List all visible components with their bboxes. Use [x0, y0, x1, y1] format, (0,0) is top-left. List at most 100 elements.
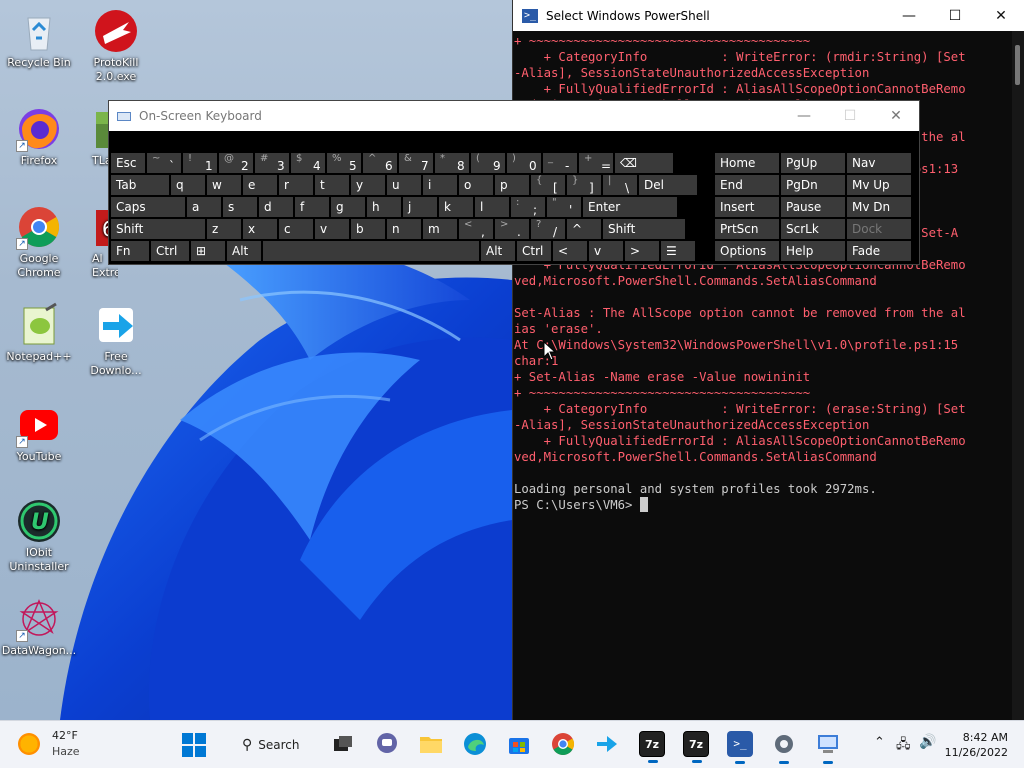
- powershell-taskbar-icon[interactable]: >_: [727, 731, 753, 764]
- osk-key[interactable]: r: [279, 175, 313, 195]
- osk-key[interactable]: Alt: [481, 241, 515, 261]
- osk-key[interactable]: e: [243, 175, 277, 195]
- osk-key[interactable]: ~ `: [147, 153, 181, 173]
- osk-key[interactable]: x: [243, 219, 277, 239]
- osk-key[interactable]: :;: [511, 197, 545, 217]
- osk-key[interactable]: Insert: [715, 197, 779, 217]
- maximize-button[interactable]: ☐: [932, 0, 978, 31]
- console-prompt[interactable]: PS C:\Users\VM6>: [514, 497, 1012, 513]
- osk-key[interactable]: Dock: [847, 219, 911, 239]
- volume-icon[interactable]: 🔊: [919, 734, 936, 750]
- osk-key[interactable]: >.: [495, 219, 529, 239]
- clock[interactable]: 8:42 AM 11/26/2022: [945, 730, 1008, 760]
- minimize-button[interactable]: —: [886, 0, 932, 31]
- osk-key[interactable]: [263, 241, 479, 261]
- osk-key[interactable]: g: [331, 197, 365, 217]
- osk-key[interactable]: Ctrl: [151, 241, 189, 261]
- close-button[interactable]: ✕: [978, 0, 1024, 31]
- osk-key[interactable]: $4: [291, 153, 325, 173]
- osk-key[interactable]: n: [387, 219, 421, 239]
- osk-key[interactable]: Tab: [111, 175, 169, 195]
- osk-key[interactable]: a: [187, 197, 221, 217]
- osk-key[interactable]: ⊞: [191, 241, 225, 261]
- osk-key[interactable]: & 7: [399, 153, 433, 173]
- osk-key[interactable]: <: [553, 241, 587, 261]
- osk-key[interactable]: ! 1: [183, 153, 217, 173]
- on-screen-keyboard-window[interactable]: On-Screen Keyboard — ☐ ✕ Esc ~ `! 1 @2 #3 $4% 5…: [108, 100, 920, 265]
- desktop-icon-firefox[interactable]: ↗ Firefox: [1, 106, 77, 168]
- osk-titlebar[interactable]: On-Screen Keyboard — ☐ ✕: [109, 101, 919, 131]
- osk-key[interactable]: m: [423, 219, 457, 239]
- osk-key[interactable]: | \: [603, 175, 637, 195]
- osk-key[interactable]: ^: [567, 219, 601, 239]
- network-app-icon[interactable]: [815, 731, 841, 764]
- osk-key[interactable]: _ -: [543, 153, 577, 173]
- osk-key[interactable]: ScrLk: [781, 219, 845, 239]
- osk-key[interactable]: Options: [715, 241, 779, 261]
- 7zip-icon[interactable]: 7z: [639, 731, 665, 763]
- osk-key[interactable]: PgDn: [781, 175, 845, 195]
- osk-key[interactable]: Fade: [847, 241, 911, 261]
- taskbar-search[interactable]: ⚲ Search: [230, 731, 318, 759]
- osk-key[interactable]: Pause: [781, 197, 845, 217]
- osk-key[interactable]: Mv Up: [847, 175, 911, 195]
- start-button[interactable]: [182, 733, 206, 757]
- settings-icon[interactable]: [771, 731, 797, 764]
- powershell-titlebar[interactable]: >_ Select Windows PowerShell — ☐ ✕: [513, 0, 1024, 31]
- osk-key[interactable]: h: [367, 197, 401, 217]
- osk-key[interactable]: End: [715, 175, 779, 195]
- osk-key[interactable]: Fn: [111, 241, 149, 261]
- desktop-icon-chrome[interactable]: ↗ Google Chrome: [1, 204, 77, 280]
- osk-key[interactable]: >: [625, 241, 659, 261]
- osk-key[interactable]: {[: [531, 175, 565, 195]
- osk-key[interactable]: ^ 6: [363, 153, 397, 173]
- osk-key[interactable]: ) 0: [507, 153, 541, 173]
- osk-key[interactable]: PrtScn: [715, 219, 779, 239]
- minimize-button[interactable]: —: [781, 101, 827, 131]
- close-button[interactable]: ✕: [873, 101, 919, 131]
- osk-key[interactable]: }]: [567, 175, 601, 195]
- osk-key[interactable]: " ': [547, 197, 581, 217]
- osk-key[interactable]: Mv Dn: [847, 197, 911, 217]
- osk-key[interactable]: d: [259, 197, 293, 217]
- osk-key[interactable]: (9: [471, 153, 505, 173]
- osk-key[interactable]: w: [207, 175, 241, 195]
- network-icon[interactable]: 🖧: [896, 735, 911, 757]
- osk-key[interactable]: + =: [579, 153, 613, 173]
- osk-key[interactable]: PgUp: [781, 153, 845, 173]
- osk-key[interactable]: % 5: [327, 153, 361, 173]
- osk-key[interactable]: ? /: [531, 219, 565, 239]
- free-download-taskbar-icon[interactable]: [594, 731, 620, 757]
- task-view-icon[interactable]: [330, 731, 356, 757]
- osk-key[interactable]: Enter: [583, 197, 677, 217]
- desktop-icon-protokill[interactable]: ProtoKill 2.0.exe: [78, 8, 154, 84]
- console-scrollbar[interactable]: [1012, 31, 1024, 720]
- osk-key[interactable]: b: [351, 219, 385, 239]
- osk-key[interactable]: Caps: [111, 197, 185, 217]
- store-icon[interactable]: [506, 731, 532, 757]
- osk-key[interactable]: k: [439, 197, 473, 217]
- osk-key[interactable]: i: [423, 175, 457, 195]
- desktop-icon-recycle-bin[interactable]: Recycle Bin: [1, 8, 77, 70]
- osk-key[interactable]: s: [223, 197, 257, 217]
- osk-key[interactable]: <,: [459, 219, 493, 239]
- osk-key[interactable]: ⌫: [615, 153, 673, 173]
- osk-key[interactable]: c: [279, 219, 313, 239]
- maximize-button[interactable]: ☐: [827, 101, 873, 131]
- teams-chat-icon[interactable]: [374, 731, 400, 757]
- osk-key[interactable]: q: [171, 175, 205, 195]
- osk-key[interactable]: ☰: [661, 241, 695, 261]
- osk-key[interactable]: Shift: [603, 219, 685, 239]
- osk-key[interactable]: o: [459, 175, 493, 195]
- 7zip-icon[interactable]: 7z: [683, 731, 709, 763]
- osk-key[interactable]: y: [351, 175, 385, 195]
- osk-key[interactable]: Shift: [111, 219, 205, 239]
- chrome-taskbar-icon[interactable]: [550, 731, 576, 757]
- osk-key[interactable]: t: [315, 175, 349, 195]
- desktop-icon-youtube[interactable]: ↗ YouTube: [1, 402, 77, 464]
- osk-key[interactable]: #3: [255, 153, 289, 173]
- osk-key[interactable]: l: [475, 197, 509, 217]
- osk-key[interactable]: Del: [639, 175, 697, 195]
- osk-key[interactable]: @2: [219, 153, 253, 173]
- osk-key[interactable]: z: [207, 219, 241, 239]
